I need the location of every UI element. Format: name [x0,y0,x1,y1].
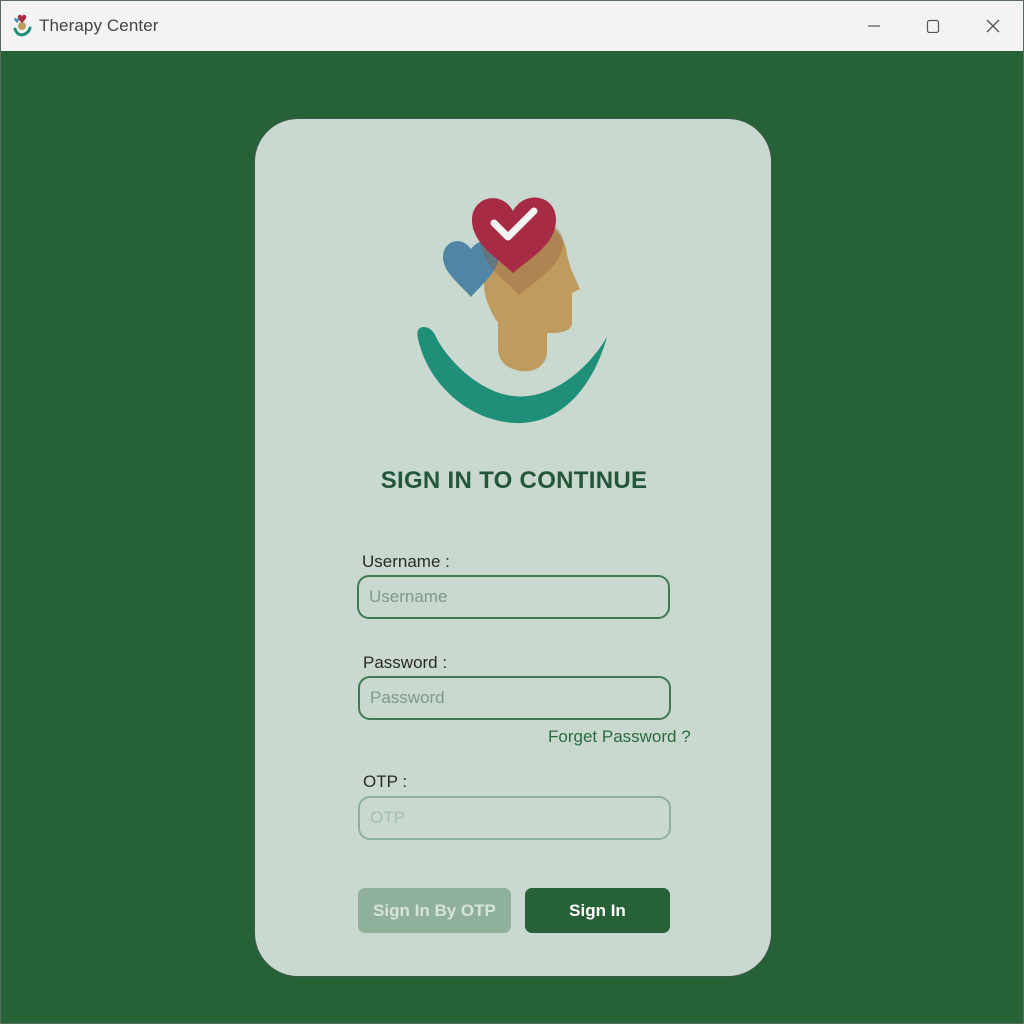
close-button[interactable] [963,1,1023,51]
app-window: Therapy Center SIGN IN TO CONTINUE Usern… [0,0,1024,1024]
maximize-icon [926,19,940,33]
username-label: Username : [362,552,450,571]
close-icon [985,18,1001,34]
maximize-button[interactable] [903,1,963,51]
therapy-logo-icon [12,14,32,38]
login-card: SIGN IN TO CONTINUE Username : Password … [254,118,772,977]
otp-label: OTP : [363,772,408,791]
otp-input[interactable] [358,796,671,840]
sign-in-heading: SIGN IN TO CONTINUE [380,467,648,494]
minimize-button[interactable] [844,1,904,51]
minimize-icon [867,19,881,33]
sign-in-button[interactable]: Sign In [525,888,670,933]
username-input[interactable] [357,575,670,619]
title-bar[interactable]: Therapy Center [1,1,1023,51]
therapy-logo-illustration [415,177,611,433]
window-title: Therapy Center [39,16,159,35]
main-area: SIGN IN TO CONTINUE Username : Password … [1,51,1023,1023]
sign-in-by-otp-button[interactable]: Sign In By OTP [358,888,511,933]
password-input[interactable] [358,676,671,720]
forget-password-link[interactable]: Forget Password ? [548,727,691,747]
password-label: Password : [363,653,448,672]
